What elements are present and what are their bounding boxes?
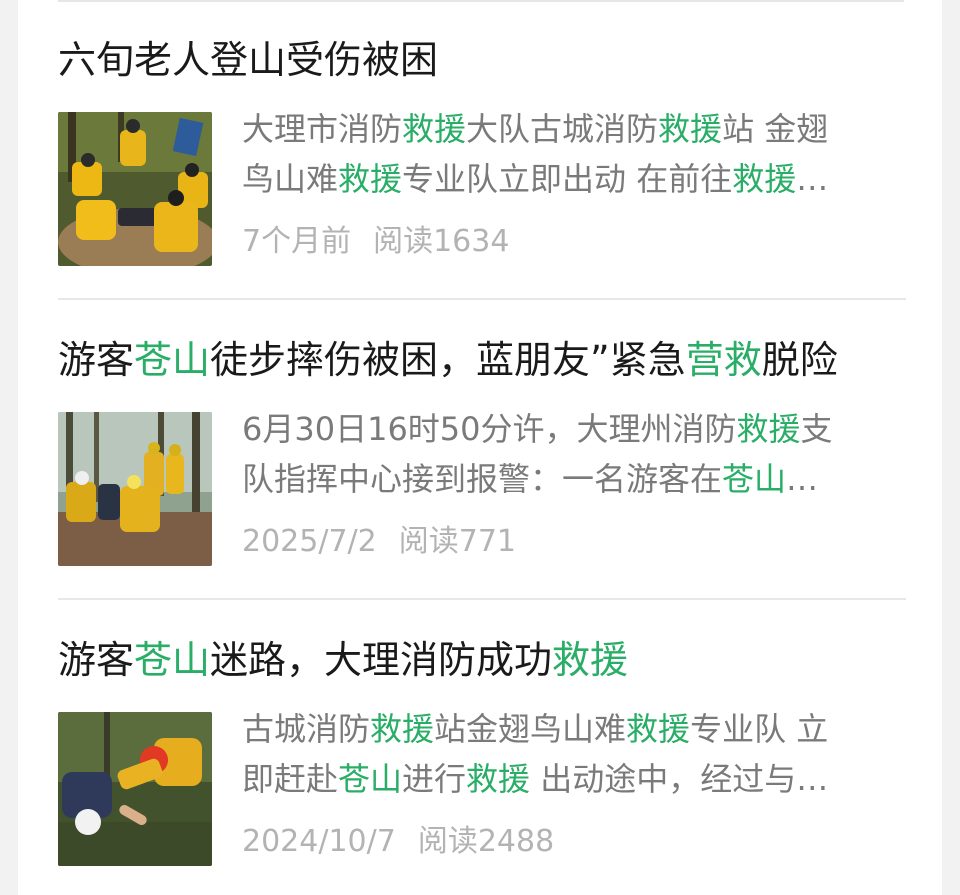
text-segment: 鸟山难 <box>242 160 339 198</box>
rescue-team-forest-photo-icon <box>58 112 212 266</box>
summary-line: 队指挥中心接到报警：一名游客在苍山… <box>242 454 902 504</box>
article-item[interactable]: 游客苍山迷路，大理消防成功救援 古城消防救援站金翅鸟山难救援专业队 立 即赶赴苍… <box>58 636 904 895</box>
article-title[interactable]: 游客苍山徒步摔伤被困，蓝朋友”紧急营救脱险 <box>58 338 904 382</box>
article-title[interactable]: 六旬老人登山受伤被困 <box>58 38 904 82</box>
keyword-highlight: 苍山 <box>722 460 787 498</box>
read-count: 阅读1634 <box>373 224 510 259</box>
text-segment: 游客 <box>58 338 135 382</box>
text-segment: 古城消防 <box>242 710 371 748</box>
text-segment: 进行 <box>402 760 467 798</box>
text-segment: 游客 <box>58 638 135 682</box>
article-meta: 7个月前 阅读1634 <box>242 224 509 260</box>
article-thumbnail[interactable] <box>58 412 212 566</box>
keyword-highlight: 救援 <box>552 638 629 682</box>
keyword-highlight: 救援 <box>466 760 531 798</box>
read-count: 阅读2488 <box>417 824 555 859</box>
keyword-highlight: 救援 <box>626 710 691 748</box>
keyword-highlight: 救援 <box>736 410 801 448</box>
article-title[interactable]: 游客苍山迷路，大理消防成功救援 <box>58 638 904 682</box>
keyword-highlight: 救援 <box>402 110 467 148</box>
text-segment: … <box>786 460 819 498</box>
text-segment: 专业队 立 <box>690 710 829 748</box>
text-segment: 站金翅鸟山难 <box>434 710 627 748</box>
summary-line: 鸟山难救援专业队立即出动 在前往救援… <box>242 154 902 204</box>
article-summary: 6月30日16时50分许，大理州消防救援支 队指挥中心接到报警：一名游客在苍山… <box>242 404 902 504</box>
article-item[interactable]: 游客苍山徒步摔伤被困，蓝朋友”紧急营救脱险 6月30日16时50分许，大理州消防… <box>58 336 904 598</box>
text-segment: … <box>796 160 829 198</box>
text-segment: 支 <box>800 410 833 448</box>
article-thumbnail[interactable] <box>58 112 212 266</box>
text-segment: 脱险 <box>761 338 838 382</box>
read-count: 阅读771 <box>398 524 517 559</box>
article-summary: 古城消防救援站金翅鸟山难救援专业队 立 即赶赴苍山进行救援 出动途中，经过与… <box>242 704 902 804</box>
keyword-highlight: 苍山 <box>134 338 211 382</box>
article-meta: 2024/10/7 阅读2488 <box>242 824 554 860</box>
keyword-highlight: 救援 <box>732 160 797 198</box>
keyword-highlight: 苍山 <box>338 760 403 798</box>
publish-time: 7个月前 <box>242 224 352 259</box>
text-segment: 徒步摔伤被困，蓝朋友”紧急 <box>210 338 686 382</box>
article-thumbnail[interactable] <box>58 712 212 866</box>
divider <box>58 598 906 600</box>
keyword-highlight: 救援 <box>370 710 435 748</box>
publish-time: 2024/10/7 <box>242 824 396 859</box>
text-segment: 六旬老人登山受伤被困 <box>58 38 439 82</box>
article-summary: 大理市消防救援大队古城消防救援站 金翅 鸟山难救援专业队立即出动 在前往救援… <box>242 104 902 204</box>
top-divider <box>58 0 904 2</box>
publish-time: 2025/7/2 <box>242 524 377 559</box>
article-item[interactable]: 六旬老人登山受伤被困 大理市消防救援大队古城消防救援站 金翅 鸟山难救援专业队立… <box>58 36 904 300</box>
article-meta: 2025/7/2 阅读771 <box>242 524 516 560</box>
keyword-highlight: 营救 <box>685 338 762 382</box>
text-segment: 专业队立即出动 在前往 <box>402 160 733 198</box>
text-segment: 即赶赴 <box>242 760 339 798</box>
rescuer-helping-hiker-photo-icon <box>58 712 212 866</box>
search-results-card: 六旬老人登山受伤被困 大理市消防救援大队古城消防救援站 金翅 鸟山难救援专业队立… <box>18 0 942 895</box>
keyword-highlight: 救援 <box>658 110 723 148</box>
text-segment: 出动途中，经过与… <box>530 760 829 798</box>
divider <box>58 298 906 300</box>
keyword-highlight: 救援 <box>338 160 403 198</box>
text-segment: 6月30日16时50分许，大理州消防 <box>242 410 737 448</box>
text-segment: 迷路，大理消防成功 <box>210 638 553 682</box>
summary-line: 6月30日16时50分许，大理州消防救援支 <box>242 404 902 454</box>
text-segment: 队指挥中心接到报警：一名游客在 <box>242 460 723 498</box>
summary-line: 大理市消防救援大队古城消防救援站 金翅 <box>242 104 902 154</box>
summary-line: 古城消防救援站金翅鸟山难救援专业队 立 <box>242 704 902 754</box>
text-segment: 大队古城消防 <box>466 110 659 148</box>
summary-line: 即赶赴苍山进行救援 出动途中，经过与… <box>242 754 902 804</box>
text-segment: 站 金翅 <box>722 110 829 148</box>
rescue-team-woods-photo-icon <box>58 412 212 566</box>
keyword-highlight: 苍山 <box>134 638 211 682</box>
text-segment: 大理市消防 <box>242 110 403 148</box>
